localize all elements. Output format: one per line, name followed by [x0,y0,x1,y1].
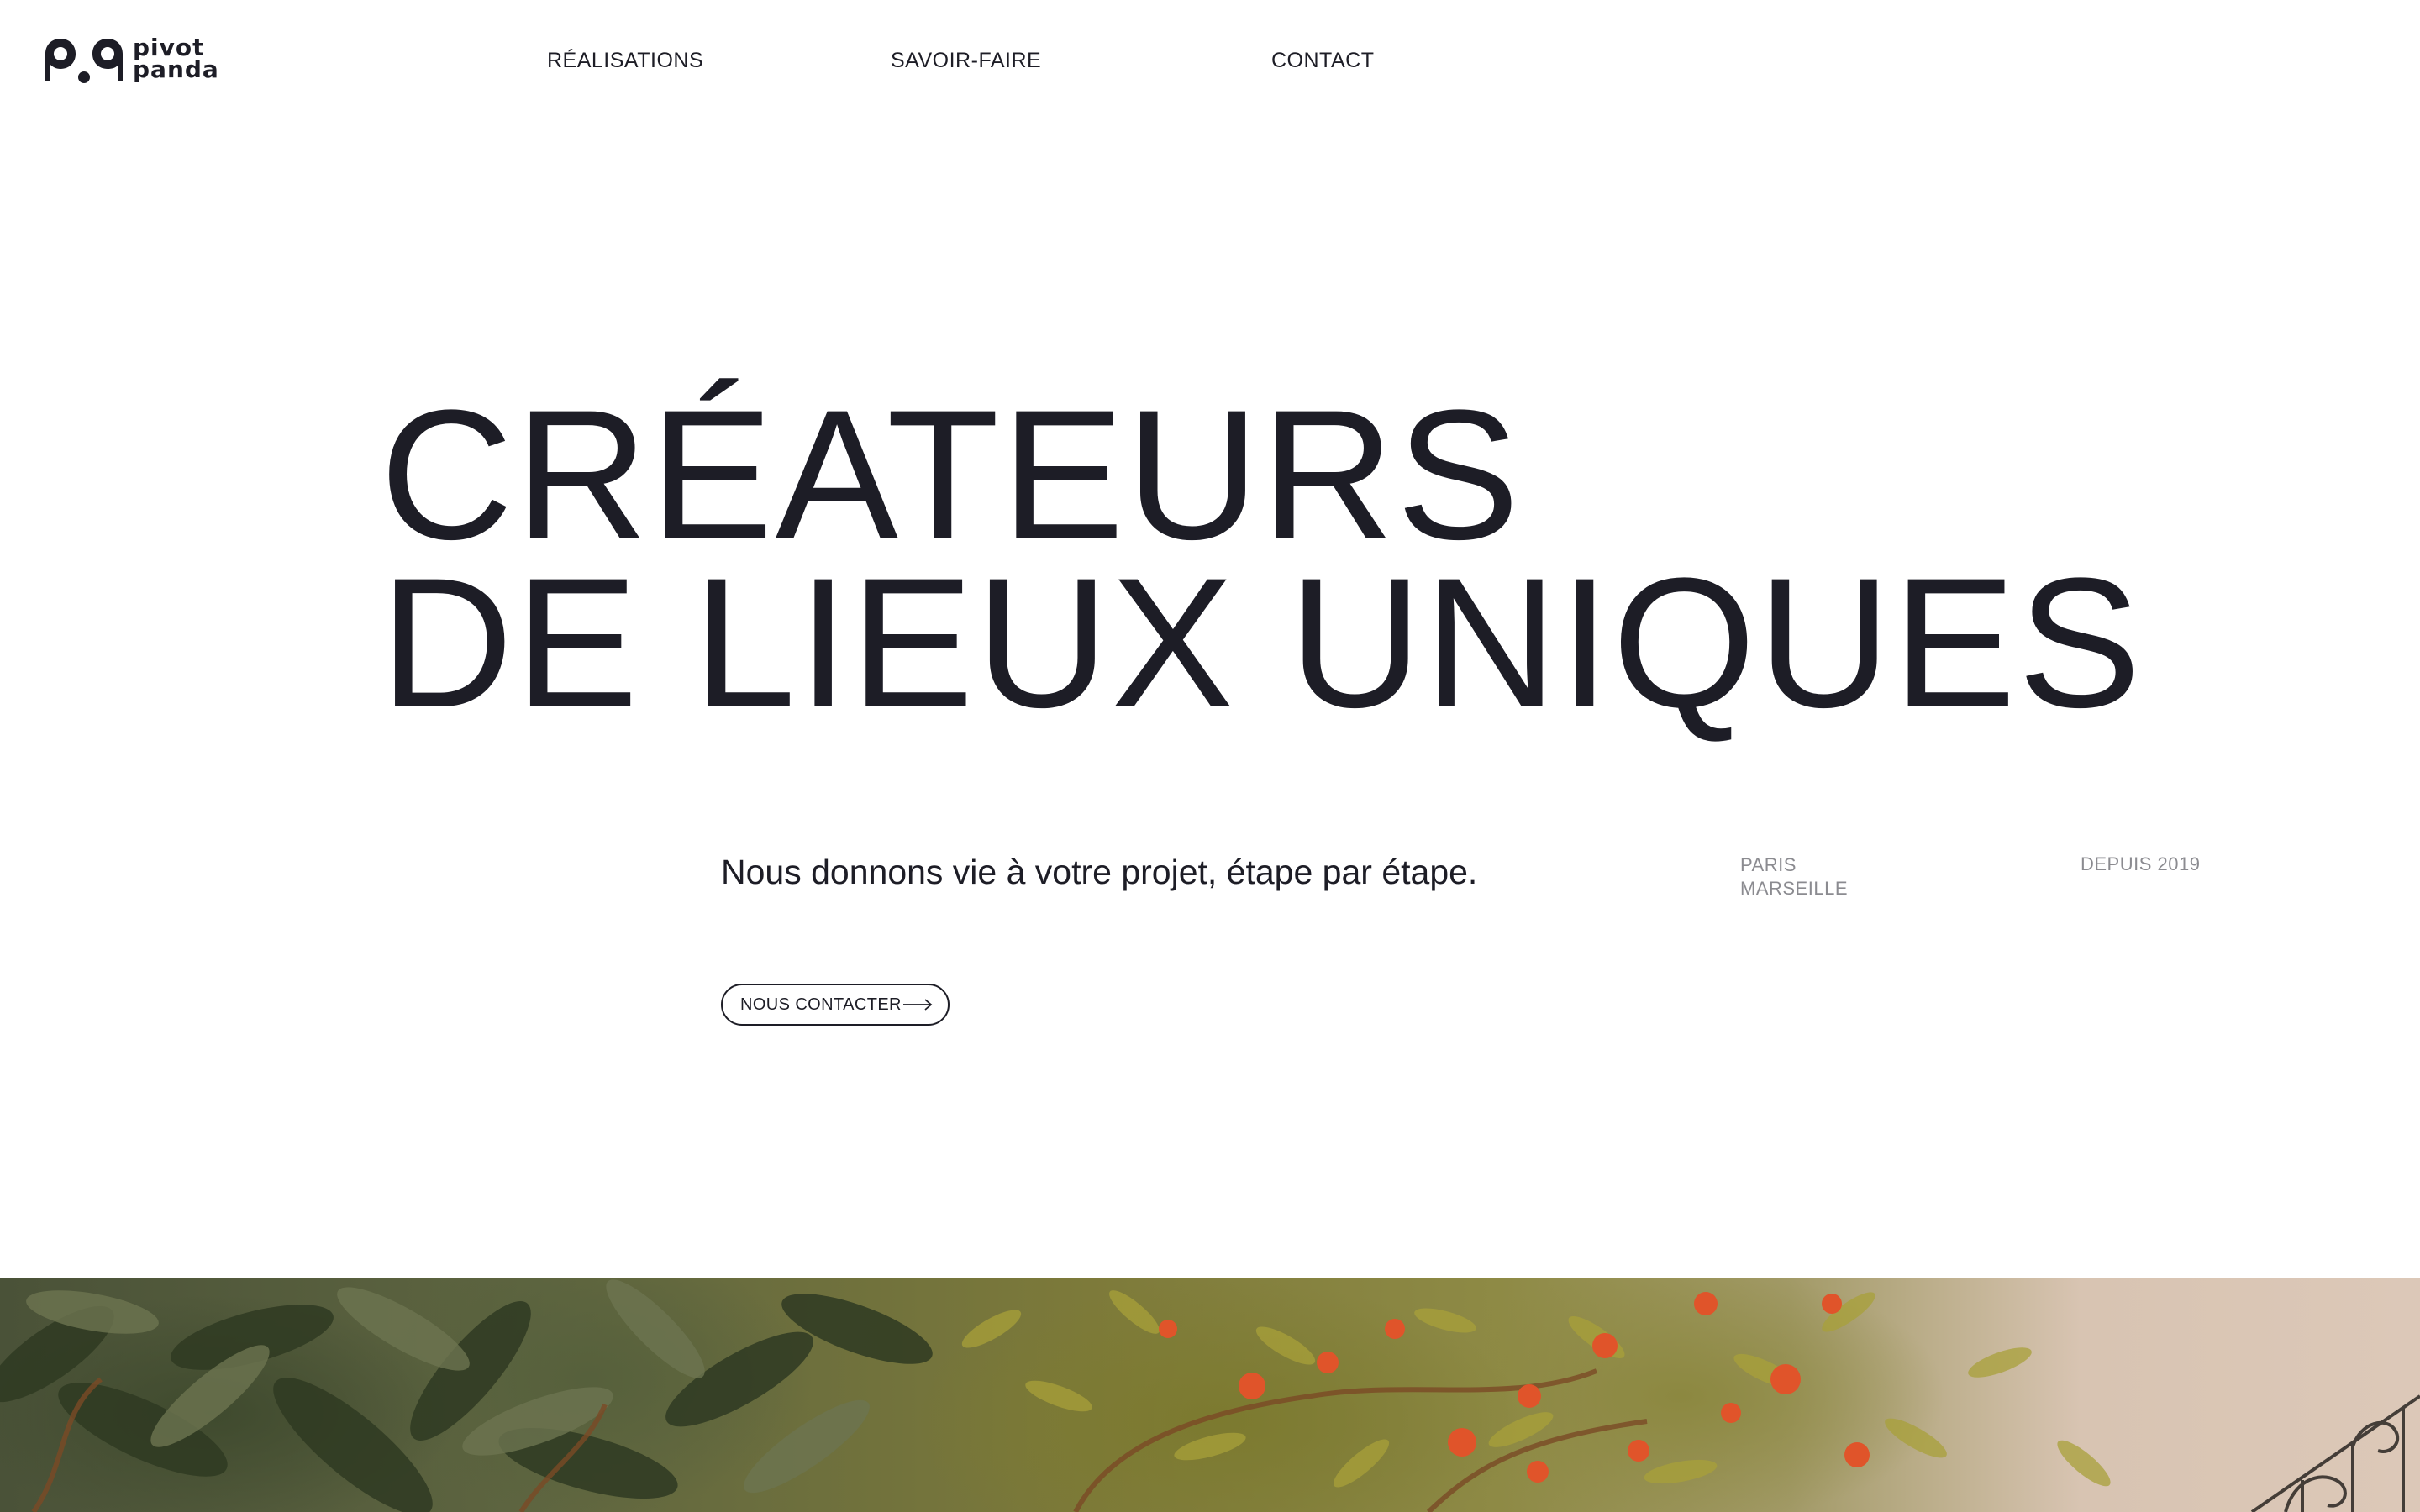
location-marseille: MARSEILLE [1740,878,1848,899]
site-header: pivot panda RÉALISATIONS SAVOIR-FAIRE CO… [0,0,2420,126]
logo-line-2: panda [133,55,219,83]
hero-title-line-1: CRÉATEURS [380,371,1522,578]
arrow-right-icon [903,999,933,1011]
hero-tagline: Nous donnons vie à votre projet, étape p… [721,853,1478,891]
hero-title-line-2: DE LIEUX UNIQUES [380,539,2144,746]
page: pivot panda RÉALISATIONS SAVOIR-FAIRE CO… [0,0,2420,1512]
contact-cta-button[interactable]: NOUS CONTACTER [721,984,950,1026]
logo-link[interactable]: pivot panda [42,35,218,87]
location-paris: PARIS [1740,854,1797,875]
nav-savoir-faire[interactable]: SAVOIR-FAIRE [891,49,1041,73]
orange-tree-photo [0,1278,2420,1512]
nav-contact[interactable]: CONTACT [1271,49,1374,73]
nav-realisations[interactable]: RÉALISATIONS [547,49,703,73]
contact-cta-label: NOUS CONTACTER [740,995,902,1014]
foliage-illustration [0,1279,2420,1512]
panda-logo-icon [45,39,123,83]
logo-wordmark: pivot panda [133,36,219,83]
locations: PARIS MARSEILLE [1740,853,1848,900]
hero-title: CRÉATEURS DE LIEUX UNIQUES [380,371,2144,746]
since-label: DEPUIS 2019 [2081,853,2201,874]
